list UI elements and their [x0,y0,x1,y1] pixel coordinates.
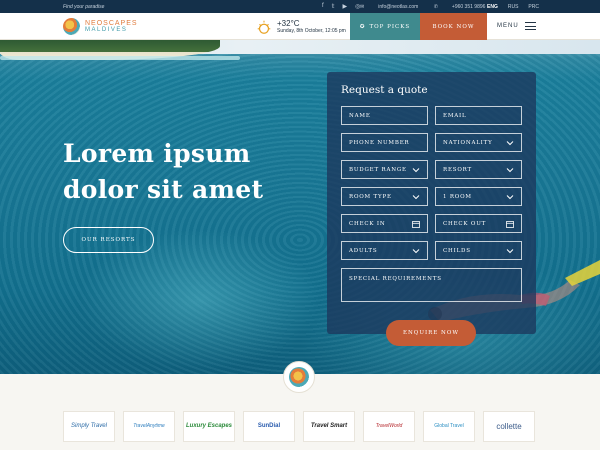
logo-mark-icon [63,18,80,35]
brand-badge-icon [289,367,309,387]
budget-select[interactable]: BUDGET RANGE [341,160,428,179]
email-icon: ✉ [360,4,365,10]
check-in-field[interactable]: CHECK IN [341,214,428,233]
brand-line1: NEOSCAPES [85,19,138,27]
twitter-icon[interactable]: 𝕥 [332,3,335,10]
top-picks-icon: ✪ [359,23,366,30]
weather-widget: +32°C Sunday, 8th October, 12:05 pm [255,18,346,36]
partner-logo[interactable]: Luxury Escapes [183,411,235,442]
chevron-down-icon [506,249,514,254]
nationality-select[interactable]: NATIONALITY [435,133,522,152]
calendar-icon [506,221,514,228]
weather-date: Sunday, 8th October, 12:05 pm [277,28,346,34]
name-field[interactable]: NAME [341,106,428,125]
contact-phone[interactable]: +960 351 9896 [452,4,486,10]
lang-prc[interactable]: PRC [528,4,539,10]
partner-logo[interactable]: Travel Smart [303,411,355,442]
check-out-field[interactable]: CHECK OUT [435,214,522,233]
facebook-icon[interactable]: f [322,3,324,10]
partner-logos: Simply Travel TravelAnytime Luxury Escap… [63,411,535,442]
enquire-now-button[interactable]: ENQUIRE NOW [386,320,476,346]
rooms-select[interactable]: 1 ROOM [435,187,522,206]
email-field[interactable]: EMAIL [435,106,522,125]
adults-select[interactable]: ADULTS [341,241,428,260]
hamburger-icon [524,22,536,30]
our-resorts-button[interactable]: OUR RESORTS [63,227,154,253]
lang-rus[interactable]: RUS [508,4,519,10]
request-quote-form: Request a quote NAME EMAIL PHONE NUMBER … [327,72,536,346]
partner-logo[interactable]: Global Travel [423,411,475,442]
form-title: Request a quote [341,84,428,96]
chevron-down-icon [412,249,420,254]
lang-eng[interactable]: ENG [487,4,498,10]
logo[interactable]: NEOSCAPES MALDIVES [63,18,138,35]
contact-email[interactable]: info@neotlas.com [378,4,418,10]
chevron-down-icon [506,141,514,146]
special-requirements-field[interactable]: SPECIAL REQUIREMENTS [341,268,522,302]
contact-info: ✉ info@neotlas.com ✆ +960 351 9896 [360,4,499,10]
partner-logo[interactable]: SunDial [243,411,295,442]
book-now-button[interactable]: BOOK NOW [420,13,487,40]
temperature: +32°C [277,19,300,28]
chevron-down-icon [506,195,514,200]
top-utility-bar: Find your paradise f 𝕥 ▶ ◎ ✉ info@neotlas… [0,0,600,13]
hero-title: Lorem ipsum dolor sit amet [63,139,264,204]
phone-field[interactable]: PHONE NUMBER [341,133,428,152]
chevron-down-icon [412,195,420,200]
sun-icon [257,20,271,34]
brand-line2: MALDIVES [85,26,128,33]
hero-surf [0,56,240,60]
tagline: Find your paradise [63,4,105,10]
brand-badge [283,361,315,393]
resort-select[interactable]: RESORT [435,160,522,179]
chevron-down-icon [412,168,420,173]
calendar-icon [412,221,420,228]
chevron-down-icon [506,168,514,173]
phone-icon: ✆ [433,4,438,10]
social-links: f 𝕥 ▶ ◎ [322,3,360,10]
partner-logo[interactable]: Simply Travel [63,411,115,442]
childs-select[interactable]: CHILDS [435,241,522,260]
partners-section: Simply Travel TravelAnytime Luxury Escap… [0,361,600,450]
partner-logo[interactable]: TravelWorld [363,411,415,442]
youtube-icon[interactable]: ▶ [342,3,347,10]
room-type-select[interactable]: ROOM TYPE [341,187,428,206]
language-switcher: ENG RUS PRC [487,4,539,10]
menu-button[interactable]: MENU [497,22,536,30]
site-header: NEOSCAPES MALDIVES +32°C Sunday, 8th Oct… [0,13,600,40]
partner-logo[interactable]: collette [483,411,535,442]
hero-section: Lorem ipsum dolor sit amet OUR RESORTS R… [0,40,600,374]
top-picks-button[interactable]: ✪ TOP PICKS [350,13,420,40]
partner-logo[interactable]: TravelAnytime [123,411,175,442]
